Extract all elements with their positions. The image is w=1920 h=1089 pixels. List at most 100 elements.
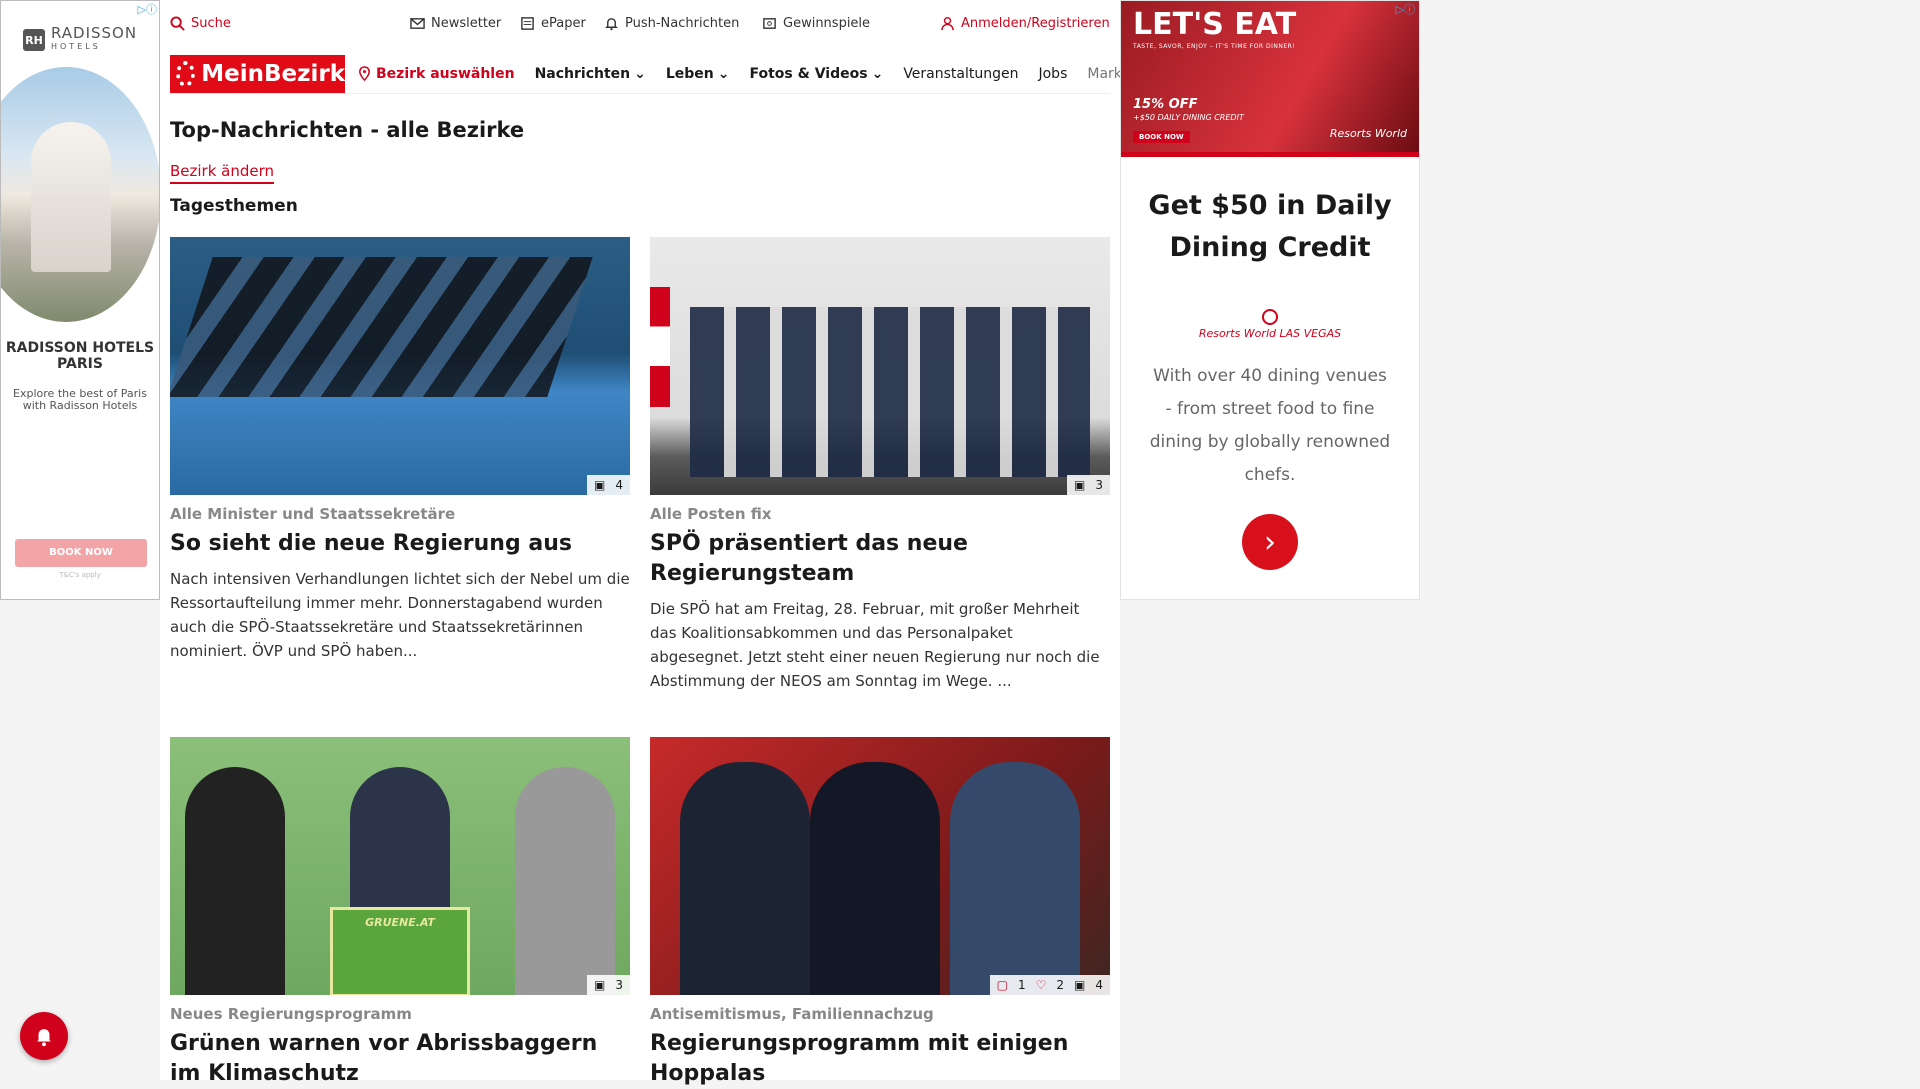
ad-sacre-coeur-image [1, 67, 159, 322]
user-icon [941, 16, 954, 30]
gallery-icon: ▣ [1074, 978, 1086, 992]
podium: GRUENE.AT [330, 907, 470, 995]
nav-item-veranstaltungen[interactable]: Veranstaltungen [903, 66, 1018, 82]
page-title: Top-Nachrichten - alle Bezirke [170, 118, 525, 142]
search-icon [170, 15, 185, 31]
left-advertisement[interactable]: ▷ⓘ RH RADISSON HOTELS RADISSON HOTELS PA… [0, 0, 160, 600]
push-notifications-link[interactable]: Push-Nachrichten [604, 16, 739, 31]
resorts-world-icon [1262, 309, 1278, 325]
prize-icon [763, 17, 776, 29]
gallery-icon: ▣ [1074, 478, 1086, 492]
gewinnspiele-link[interactable]: Gewinnspiele [762, 16, 870, 31]
article-image[interactable]: ▢ 1 ♡ 2 ▣ 4 [650, 737, 1110, 995]
ad-banner-tagline: TASTE, SAVOR, ENJOY – IT'S TIME FOR DINN… [1133, 43, 1296, 50]
main-content: Suche Newsletter ePaper Push-Nachrichten… [160, 0, 1162, 1086]
ad-headline[interactable]: Get $50 in Daily Dining Credit [1121, 185, 1419, 269]
gallery-icon: ▣ [594, 978, 606, 992]
podium-text: GRUENE.AT [365, 916, 435, 929]
image-badges: ▣ 4 [587, 475, 630, 495]
ad-title: RADISSON HOTELS PARIS [5, 340, 155, 372]
ad-logo: Resorts World LAS VEGAS [1121, 309, 1419, 340]
epaper-link[interactable]: ePaper [520, 16, 586, 31]
ad-terms: T&C's apply [59, 571, 101, 579]
newsletter-label: Newsletter [431, 15, 502, 31]
ad-banner-brand: Resorts World [1329, 127, 1407, 140]
article-kicker: Neues Regierungsprogramm [170, 1005, 412, 1023]
nav-item-fotos-videos[interactable]: Fotos & Videos ⌄ [750, 66, 884, 82]
ad-description: Explore the best of Paris with Radisson … [13, 387, 147, 412]
ad-banner-headline: LET'S EAT [1133, 7, 1297, 42]
bezirk-change-link[interactable]: Bezirk ändern [170, 162, 275, 184]
nav-item-jobs[interactable]: Jobs [1038, 66, 1067, 82]
meinbezirk-logo[interactable]: MeinBezirk [170, 54, 345, 93]
article-title[interactable]: Regierungsprogramm mit einigen Hoppalas [650, 1029, 1110, 1089]
chevron-right-icon: › [1264, 524, 1276, 560]
gewinnspiele-label: Gewinnspiele [783, 15, 871, 31]
like-count: 2 [1056, 978, 1065, 992]
comment-count: 1 [1017, 978, 1026, 992]
image-badges: ▣ 3 [587, 975, 630, 995]
push-label: Push-Nachrichten [625, 15, 740, 31]
epaper-label: ePaper [541, 15, 586, 31]
login-label: Anmelden/Registrieren [961, 15, 1110, 31]
article-teaser: Nach intensiven Verhandlungen lichtet si… [170, 570, 630, 660]
article-title[interactable]: So sieht die neue Regierung aus [170, 529, 630, 559]
chevron-down-icon: ⌄ [717, 65, 730, 82]
photo-count: 3 [1095, 478, 1103, 492]
photo-count: 3 [615, 978, 623, 992]
nav-item-leben[interactable]: Leben ⌄ [666, 66, 730, 82]
article-title[interactable]: SPÖ präsentiert das neue Regierungsteam [650, 529, 1110, 589]
article-title[interactable]: Grünen warnen vor Abrissbaggern im Klima… [170, 1029, 630, 1089]
article-card[interactable]: GRUENE.AT ▣ 3 Neues Regierungsprogramm G… [170, 737, 630, 1089]
image-badges: ▢ 1 ♡ 2 ▣ 4 [989, 975, 1110, 995]
comment-icon: ▢ [996, 978, 1008, 992]
ad-book-now-button[interactable]: BOOK NOW [15, 539, 147, 567]
ad-brand-logo: RH RADISSON HOTELS [1, 26, 159, 53]
logo-gear-icon [176, 60, 196, 87]
photo-count: 4 [1095, 978, 1103, 992]
bezirk-label: Bezirk auswählen [376, 65, 515, 82]
main-navigation: MeinBezirk Bezirk auswählen Nachrichten ⌄… [170, 54, 1162, 94]
login-link[interactable]: Anmelden/Registrieren [940, 16, 1110, 31]
bell-icon [37, 1029, 51, 1047]
logo-text: MeinBezirk [201, 60, 345, 87]
nav-item-nachrichten[interactable]: Nachrichten ⌄ [535, 66, 646, 82]
heart-icon: ♡ [1035, 978, 1047, 992]
ad-banner[interactable]: LET'S EAT TASTE, SAVOR, ENJOY – IT'S TIM… [1121, 1, 1419, 157]
article-kicker: Alle Posten fix [650, 505, 772, 523]
newspaper-icon [521, 16, 534, 30]
ad-banner-offer: 15% OFF [1133, 97, 1198, 112]
search-link[interactable]: Suche [170, 16, 231, 31]
article-image[interactable]: ▣ 3 [650, 237, 1110, 495]
article-image[interactable]: GRUENE.AT ▣ 3 [170, 737, 630, 995]
ad-banner-cta[interactable]: BOOK NOW [1133, 131, 1190, 143]
article-kicker: Alle Minister und Staatssekretäre [170, 505, 456, 523]
ad-banner-sub: +$50 DAILY DINING CREDIT [1133, 113, 1244, 122]
top-utility-bar: Suche Newsletter ePaper Push-Nachrichten… [170, 10, 1112, 36]
ad-logo-text: Resorts World LAS VEGAS [1198, 327, 1342, 340]
adchoices-icon[interactable]: ▷ⓘ [1396, 1, 1415, 17]
article-card[interactable]: ▢ 1 ♡ 2 ▣ 4 Antisemitismus, Familiennach… [650, 737, 1110, 1089]
photo-count: 4 [615, 478, 623, 492]
article-teaser: Die SPÖ hat am Freitag, 28. Februar, mit… [650, 600, 1100, 690]
ad-arrow-button[interactable]: › [1242, 514, 1298, 570]
ad-brand-monogram: RH [22, 29, 45, 51]
article-kicker: Antisemitismus, Familiennachzug [650, 1005, 934, 1023]
austria-flag [650, 287, 670, 407]
ad-copy: With over 40 dining venues - from street… [1149, 366, 1391, 485]
adchoices-icon[interactable]: ▷ⓘ [138, 1, 157, 17]
image-badges: ▣ 3 [1067, 475, 1110, 495]
article-card[interactable]: ▣ 4 Alle Minister und Staatssekretäre So… [170, 237, 630, 663]
right-advertisement[interactable]: LET'S EAT TASTE, SAVOR, ENJOY – IT'S TIM… [1120, 0, 1420, 600]
group-photo [690, 307, 1090, 477]
bell-icon [605, 17, 618, 30]
bezirk-select-button[interactable]: Bezirk auswählen [357, 66, 515, 82]
article-card[interactable]: ▣ 3 Alle Posten fix SPÖ präsentiert das … [650, 237, 1110, 693]
chevron-down-icon: ⌄ [634, 65, 646, 82]
gallery-icon: ▣ [594, 478, 606, 492]
mail-icon [410, 17, 425, 29]
article-image[interactable]: ▣ 4 [170, 237, 630, 495]
notification-bell-button[interactable] [20, 1012, 68, 1060]
section-title: Tagesthemen [170, 196, 298, 216]
newsletter-link[interactable]: Newsletter [410, 16, 501, 31]
